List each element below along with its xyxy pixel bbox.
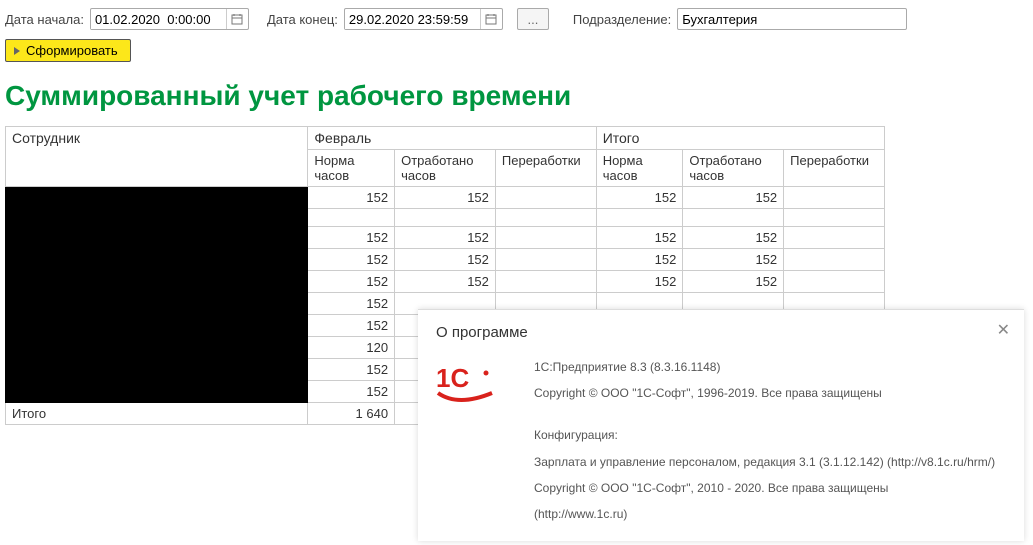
col-norm: Норма часов <box>308 150 395 187</box>
date-end-input[interactable] <box>345 10 480 29</box>
logo-1c: 1C <box>436 359 506 532</box>
date-start-input[interactable] <box>91 10 226 29</box>
total-norm: 1 640 <box>308 403 395 425</box>
col-t-worked: Отработано часов <box>683 150 784 187</box>
calendar-icon[interactable] <box>226 9 248 29</box>
col-t-norm: Норма часов <box>596 150 683 187</box>
generate-button[interactable]: Сформировать <box>5 39 131 62</box>
date-end-field[interactable] <box>344 8 503 30</box>
play-icon <box>14 47 20 55</box>
group-total: Итого <box>596 127 884 150</box>
date-start-label: Дата начала: <box>5 12 84 27</box>
col-over: Переработки <box>495 150 596 187</box>
date-start-field[interactable] <box>90 8 249 30</box>
total-label: Итого <box>6 403 308 425</box>
table-row: 152152152152 <box>6 187 885 209</box>
about-text: 1С:Предприятие 8.3 (8.3.16.1148) Copyrig… <box>534 359 995 532</box>
extra-button[interactable]: ... <box>517 8 549 30</box>
report-title: Суммированный учет рабочего времени <box>5 80 1028 112</box>
calendar-icon[interactable] <box>480 9 502 29</box>
svg-text:1C: 1C <box>436 363 469 393</box>
close-icon[interactable]: ✕ <box>997 320 1010 340</box>
date-end-label: Дата конец: <box>267 12 338 27</box>
generate-button-label: Сформировать <box>26 43 118 58</box>
about-dialog: ✕ О программе 1C 1С:Предприятие 8.3 (8.3… <box>418 309 1024 541</box>
filter-toolbar: Дата начала: Дата конец: ... Подразделен… <box>5 5 1028 33</box>
col-t-over: Переработки <box>784 150 885 187</box>
about-title: О программе <box>436 324 1006 341</box>
redacted-block <box>6 187 308 403</box>
action-bar: Сформировать <box>5 39 1028 62</box>
dept-input[interactable] <box>677 8 907 30</box>
col-employee: Сотрудник <box>6 127 308 187</box>
dept-label: Подразделение: <box>573 12 671 27</box>
group-month: Февраль <box>308 127 596 150</box>
col-worked: Отработано часов <box>395 150 496 187</box>
